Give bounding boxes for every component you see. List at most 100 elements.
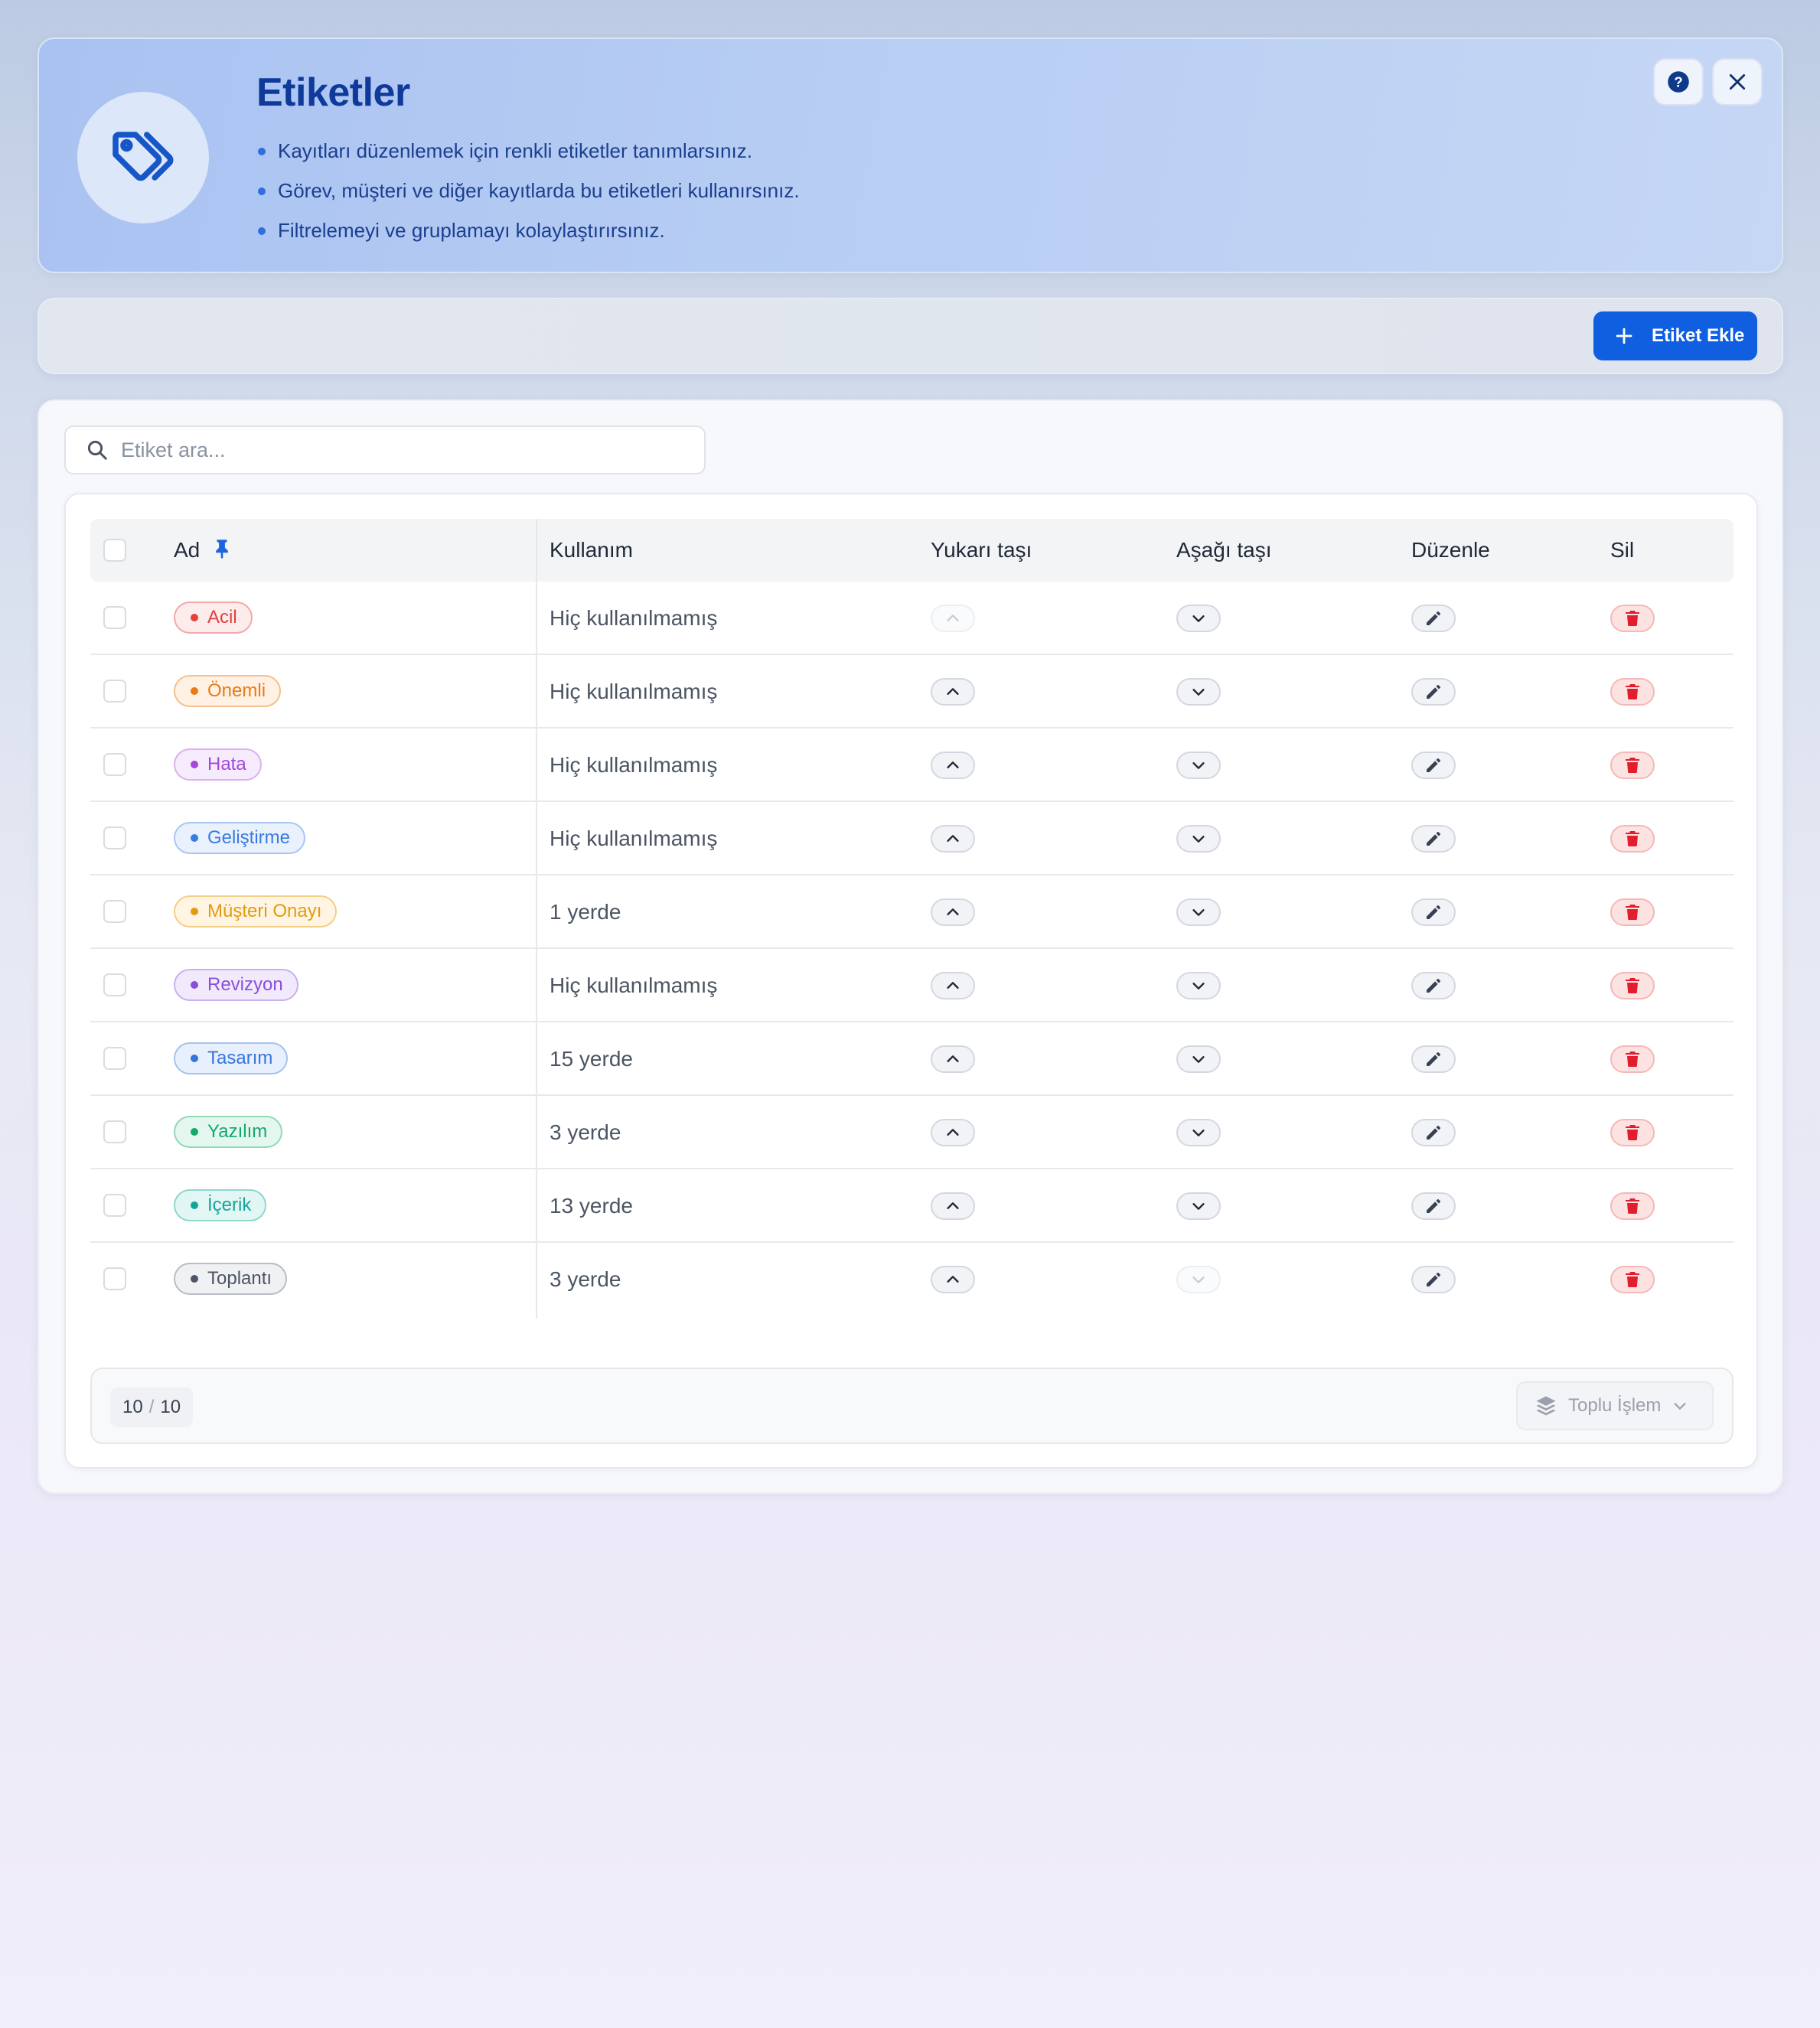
column-header-delete: Sil: [1610, 538, 1635, 562]
row-checkbox[interactable]: [103, 680, 126, 703]
row-checkbox[interactable]: [103, 606, 126, 629]
delete-button[interactable]: [1610, 1119, 1655, 1146]
tag-badge[interactable]: İçerik: [174, 1189, 267, 1221]
move-down-button[interactable]: [1176, 825, 1221, 853]
trash-icon: [1623, 1197, 1642, 1215]
table-header: Ad Kullanım Yukarı taşı Aşağı taşı Düzen…: [90, 519, 1734, 582]
tag-usage: Hiç kullanılmamış: [550, 680, 718, 703]
move-down-button[interactable]: [1176, 1119, 1221, 1146]
tag-badge[interactable]: Geliştirme: [174, 822, 306, 854]
tag-name: Toplantı: [207, 1268, 272, 1289]
move-down-button[interactable]: [1176, 972, 1221, 999]
tag-color-dot: [191, 1128, 198, 1136]
tag-badge[interactable]: Müşteri Onayı: [174, 895, 338, 928]
move-up-button[interactable]: [931, 605, 975, 632]
edit-button[interactable]: [1411, 825, 1456, 853]
move-up-button[interactable]: [931, 1119, 975, 1146]
move-up-button[interactable]: [931, 972, 975, 999]
delete-button[interactable]: [1610, 972, 1655, 999]
chevron-up-icon: [944, 1271, 961, 1288]
move-down-button[interactable]: [1176, 898, 1221, 926]
table-footer: 10/10 Toplu İşlem: [90, 1368, 1734, 1444]
search-box[interactable]: [64, 425, 706, 474]
move-down-button[interactable]: [1176, 752, 1221, 779]
tag-badge[interactable]: Hata: [174, 748, 262, 781]
tag-badge[interactable]: Önemli: [174, 675, 282, 707]
delete-button[interactable]: [1610, 898, 1655, 926]
row-checkbox[interactable]: [103, 827, 126, 849]
search-input[interactable]: [121, 438, 703, 462]
tag-badge[interactable]: Acil: [174, 602, 253, 634]
trash-icon: [1623, 977, 1642, 995]
table-row: Müşteri Onayı 1 yerde: [90, 875, 1734, 949]
table-row: Geliştirme Hiç kullanılmamış: [90, 802, 1734, 875]
tag-usage: Hiç kullanılmamış: [550, 827, 718, 850]
search-icon: [87, 440, 107, 460]
move-up-button[interactable]: [931, 752, 975, 779]
row-checkbox[interactable]: [103, 900, 126, 923]
add-tag-label: Etiket Ekle: [1652, 325, 1745, 346]
close-button[interactable]: [1712, 58, 1763, 106]
delete-button[interactable]: [1610, 605, 1655, 632]
help-button[interactable]: ?: [1653, 58, 1704, 106]
tag-badge[interactable]: Toplantı: [174, 1263, 288, 1295]
select-all-checkbox[interactable]: [103, 539, 126, 562]
row-checkbox[interactable]: [103, 1267, 126, 1290]
edit-button[interactable]: [1411, 1266, 1456, 1293]
table-row: Acil Hiç kullanılmamış: [90, 582, 1734, 655]
edit-button[interactable]: [1411, 752, 1456, 779]
delete-button[interactable]: [1610, 1266, 1655, 1293]
edit-button[interactable]: [1411, 1192, 1456, 1220]
row-count: 10/10: [110, 1387, 194, 1427]
delete-button[interactable]: [1610, 825, 1655, 853]
tag-color-dot: [191, 761, 198, 768]
tag-badge[interactable]: Yazılım: [174, 1116, 283, 1148]
tag-usage: 3 yerde: [550, 1120, 621, 1144]
move-down-button[interactable]: [1176, 605, 1221, 632]
edit-button[interactable]: [1411, 1045, 1456, 1073]
tag-usage: Hiç kullanılmamış: [550, 606, 718, 630]
add-tag-button[interactable]: Etiket Ekle: [1593, 311, 1757, 360]
edit-button[interactable]: [1411, 605, 1456, 632]
move-up-button[interactable]: [931, 1192, 975, 1220]
delete-button[interactable]: [1610, 752, 1655, 779]
edit-button[interactable]: [1411, 898, 1456, 926]
chevron-down-icon: [1190, 610, 1207, 627]
tag-color-dot: [191, 834, 198, 842]
chevron-down-icon: [1674, 1403, 1686, 1410]
pin-icon[interactable]: [214, 539, 230, 559]
move-up-button[interactable]: [931, 825, 975, 853]
edit-button[interactable]: [1411, 972, 1456, 999]
info-bullets: Kayıtları düzenlemek için renkli etiketl…: [256, 131, 800, 250]
move-down-button[interactable]: [1176, 678, 1221, 706]
row-checkbox[interactable]: [103, 753, 126, 776]
move-down-button[interactable]: [1176, 1045, 1221, 1073]
move-up-button[interactable]: [931, 1045, 975, 1073]
svg-text:?: ?: [1674, 73, 1682, 90]
column-header-name[interactable]: Ad: [174, 519, 230, 582]
move-up-button[interactable]: [931, 898, 975, 926]
move-up-button[interactable]: [931, 678, 975, 706]
edit-button[interactable]: [1411, 678, 1456, 706]
info-header: Etiketler Kayıtları düzenlemek için renk…: [38, 37, 1783, 273]
move-down-button[interactable]: [1176, 1266, 1221, 1293]
tag-badge[interactable]: Revizyon: [174, 969, 298, 1001]
bulk-action-dropdown[interactable]: Toplu İşlem: [1516, 1381, 1714, 1430]
delete-button[interactable]: [1610, 678, 1655, 706]
delete-button[interactable]: [1610, 1192, 1655, 1220]
edit-button[interactable]: [1411, 1119, 1456, 1146]
row-checkbox[interactable]: [103, 973, 126, 996]
row-checkbox[interactable]: [103, 1120, 126, 1143]
column-header-usage: Kullanım: [550, 538, 633, 562]
row-checkbox[interactable]: [103, 1194, 126, 1217]
table-row: Önemli Hiç kullanılmamış: [90, 655, 1734, 729]
row-checkbox[interactable]: [103, 1047, 126, 1070]
trash-icon: [1623, 1050, 1642, 1068]
move-up-button[interactable]: [931, 1266, 975, 1293]
chevron-down-icon: [1190, 1271, 1207, 1288]
tag-badge[interactable]: Tasarım: [174, 1042, 289, 1074]
delete-button[interactable]: [1610, 1045, 1655, 1073]
trash-icon: [1623, 1270, 1642, 1289]
count-separator: /: [148, 1397, 155, 1417]
move-down-button[interactable]: [1176, 1192, 1221, 1220]
